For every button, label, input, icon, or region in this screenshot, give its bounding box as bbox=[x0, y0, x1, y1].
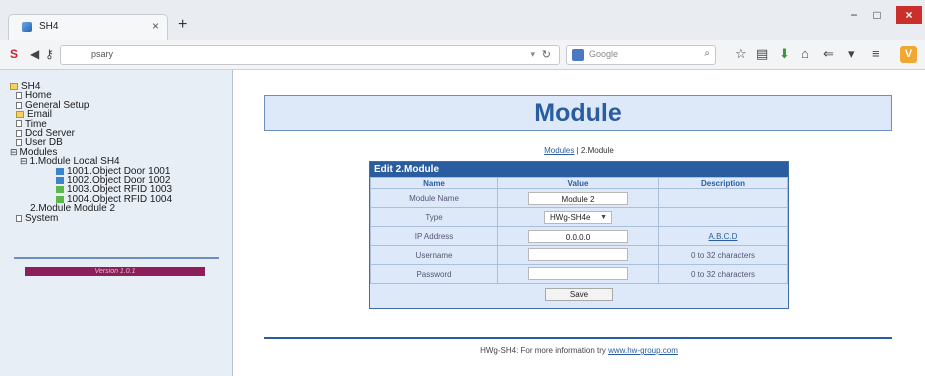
field-label: IP Address bbox=[370, 226, 498, 246]
field-description bbox=[658, 207, 788, 227]
rfid-icon bbox=[56, 195, 64, 203]
table-row: Password 0 to 32 characters bbox=[370, 264, 788, 284]
save-button[interactable]: Save bbox=[545, 288, 613, 301]
menu-icon[interactable]: ≡ bbox=[872, 46, 880, 62]
field-label: Module Name bbox=[370, 188, 498, 208]
search-engine-icon[interactable] bbox=[572, 49, 584, 61]
page-title: Module bbox=[534, 99, 622, 127]
navigation-tree: SH4 Home General Setup Email Time Dcd Se… bbox=[10, 82, 172, 223]
bookmark-star-icon[interactable]: ☆ bbox=[735, 46, 747, 62]
type-select-value: HWg-SH4e bbox=[550, 212, 591, 222]
door-icon bbox=[56, 167, 64, 175]
reload-icon[interactable]: ↻ bbox=[542, 48, 551, 61]
value-cell: Module 2 bbox=[497, 188, 659, 208]
download-icon[interactable]: ⬇ bbox=[779, 46, 790, 62]
field-label: Username bbox=[370, 245, 498, 265]
panel-heading: Edit 2.Module bbox=[370, 162, 788, 177]
table-row: Module Name Module 2 bbox=[370, 188, 788, 208]
url-dropdown-icon[interactable]: ▾ bbox=[530, 49, 535, 60]
value-cell: HWg-SH4e ▼ bbox=[497, 207, 659, 227]
edit-module-panel: Edit 2.Module Name Value Description Mod… bbox=[369, 161, 789, 309]
value-cell bbox=[497, 245, 659, 265]
breadcrumb-current: 2.Module bbox=[580, 146, 614, 155]
password-input[interactable] bbox=[528, 266, 628, 280]
clipboard-icon[interactable]: ▤ bbox=[756, 46, 768, 62]
extension-icon[interactable]: V bbox=[900, 46, 917, 63]
address-bar[interactable]: psary ▾ ↻ bbox=[60, 45, 560, 65]
field-description: 0 to 32 characters bbox=[658, 264, 788, 284]
page-icon bbox=[16, 139, 22, 147]
close-window-button[interactable]: × bbox=[896, 6, 922, 24]
main-content: Module Modules | 2.Module Edit 2.Module … bbox=[233, 70, 925, 376]
favicon-icon bbox=[22, 22, 32, 32]
page-icon bbox=[16, 92, 22, 100]
search-icon[interactable]: ⌕ bbox=[704, 48, 710, 59]
footer-divider bbox=[264, 337, 892, 339]
description-cell: A.B.C.D bbox=[658, 226, 788, 246]
module-form-table: Name Value Description Module Name Modul… bbox=[370, 177, 788, 284]
table-row: IP Address 0.0.0.0 A.B.C.D bbox=[370, 226, 788, 246]
page-header: Module bbox=[264, 95, 892, 131]
back-icon[interactable]: ◀ bbox=[30, 47, 39, 61]
tab-close-icon[interactable]: × bbox=[152, 19, 159, 33]
column-header-name: Name bbox=[370, 177, 498, 189]
folder-icon bbox=[16, 111, 24, 119]
share-icon[interactable]: ⇐ bbox=[823, 46, 834, 62]
key-icon[interactable]: ⚷ bbox=[45, 47, 54, 61]
table-row: Username 0 to 32 characters bbox=[370, 245, 788, 265]
field-description: 0 to 32 characters bbox=[658, 245, 788, 265]
type-select[interactable]: HWg-SH4e ▼ bbox=[544, 210, 612, 224]
value-cell bbox=[497, 264, 659, 284]
column-header-value: Value bbox=[497, 177, 659, 189]
field-description bbox=[658, 188, 788, 208]
browser-titlebar: SH4 × + − □ × bbox=[0, 0, 925, 40]
module-name-input[interactable]: Module 2 bbox=[528, 191, 628, 205]
breadcrumb: Modules | 2.Module bbox=[233, 146, 925, 155]
ip-address-input[interactable]: 0.0.0.0 bbox=[528, 229, 628, 243]
form-actions: Save bbox=[370, 284, 788, 304]
new-tab-button[interactable]: + bbox=[178, 15, 187, 35]
sidebar-item-label: System bbox=[25, 212, 59, 224]
addon-icon[interactable]: S bbox=[10, 47, 18, 61]
folder-icon bbox=[10, 82, 18, 90]
url-text: psary bbox=[91, 49, 114, 59]
value-cell: 0.0.0.0 bbox=[497, 226, 659, 246]
minimize-button[interactable]: − bbox=[843, 6, 865, 24]
version-badge: Version 1.0.1 bbox=[25, 267, 205, 276]
page-icon bbox=[16, 120, 22, 128]
search-bar[interactable]: Google ⌕ bbox=[566, 45, 716, 65]
page-icon bbox=[16, 101, 22, 109]
chevron-down-icon: ▼ bbox=[600, 213, 607, 221]
table-row: Type HWg-SH4e ▼ bbox=[370, 207, 788, 227]
table-header-row: Name Value Description bbox=[370, 177, 788, 189]
sidebar-item-system[interactable]: System bbox=[10, 212, 172, 224]
username-input[interactable] bbox=[528, 247, 628, 261]
page-icon bbox=[16, 214, 22, 222]
breadcrumb-modules-link[interactable]: Modules bbox=[544, 146, 574, 155]
home-icon[interactable]: ⌂ bbox=[801, 46, 809, 62]
column-header-description: Description bbox=[658, 177, 788, 189]
page-footer: HWg-SH4: For more information try www.hw… bbox=[233, 346, 925, 355]
maximize-button[interactable]: □ bbox=[866, 6, 888, 24]
collapse-icon[interactable]: ⊟ bbox=[20, 156, 28, 166]
door-icon bbox=[56, 176, 64, 184]
field-label: Password bbox=[370, 264, 498, 284]
search-placeholder: Google bbox=[589, 49, 619, 59]
sidebar-divider bbox=[14, 257, 219, 259]
chevron-down-icon[interactable]: ▾ bbox=[848, 46, 855, 62]
sidebar: SH4 Home General Setup Email Time Dcd Se… bbox=[0, 70, 233, 376]
browser-tab[interactable]: SH4 × bbox=[8, 14, 168, 40]
footer-text: HWg-SH4: For more information try bbox=[480, 346, 609, 355]
page-icon bbox=[16, 129, 22, 137]
rfid-icon bbox=[56, 186, 64, 194]
footer-link[interactable]: www.hw-group.com bbox=[608, 346, 678, 355]
browser-toolbar: S ◀ ⚷ psary ▾ ↻ Google ⌕ ☆ ▤ ⬇ ⌂ ⇐ ▾ ≡ V bbox=[0, 40, 925, 70]
field-label: Type bbox=[370, 207, 498, 227]
tab-title: SH4 bbox=[39, 21, 59, 32]
ip-format-hint: A.B.C.D bbox=[708, 231, 738, 241]
collapse-icon[interactable]: ⊟ bbox=[10, 147, 18, 157]
